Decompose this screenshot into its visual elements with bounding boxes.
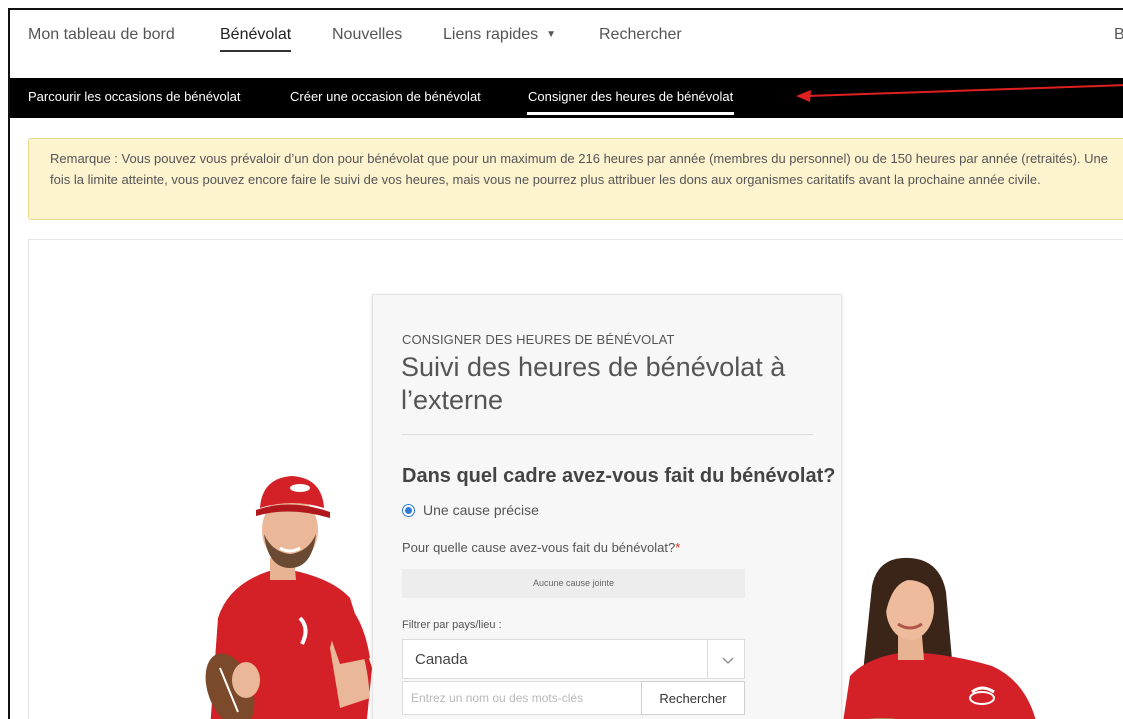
nav-news[interactable]: Nouvelles [332,26,402,44]
subnav-create-opportunity[interactable]: Créer une occasion de bénévolat [290,89,481,104]
subnav-log-hours[interactable]: Consigner des heures de bénévolat [526,89,735,115]
nav-dashboard[interactable]: Mon tableau de bord [28,26,175,44]
cause-label-text: Pour quelle cause avez-vous fait du béné… [402,540,676,555]
radio-specific-cause[interactable]: Une cause précise [402,502,539,518]
country-select[interactable]: Canada [402,639,745,679]
country-select-value: Canada [415,651,468,668]
nav-user[interactable]: B [1114,26,1123,44]
app-frame: Mon tableau de bord Bénévolat Nouvelles … [8,8,1123,719]
no-cause-placeholder: Aucune cause jointe [402,569,745,598]
chevron-down-icon [722,657,734,664]
nav-volunteering[interactable]: Bénévolat [220,26,292,52]
required-mark: * [675,540,681,555]
volunteer-woman-image [843,557,1036,719]
nav-quick-links[interactable]: Liens rapides ▼ [443,26,556,44]
search-button[interactable]: Rechercher [641,681,745,715]
notice-banner: Remarque : Vous pouvez vous prévaloir d’… [28,138,1123,220]
radio-label: Une cause précise [423,502,539,518]
radio-button-selected[interactable] [402,503,415,517]
filter-country-label: Filtrer par pays/lieu : [402,619,502,631]
cause-search-input[interactable] [402,681,642,715]
card-divider [402,434,813,435]
nav-search[interactable]: Rechercher [599,26,682,44]
caret-down-icon: ▼ [546,29,557,40]
arrow-left-icon [796,84,1123,102]
select-separator [707,640,708,678]
volunteer-context-question: Dans quel cadre avez-vous fait du bénévo… [402,465,836,487]
top-nav: Mon tableau de bord Bénévolat Nouvelles … [10,10,1123,76]
page-title: Suivi des heures de bénévolat à l’extern… [401,352,786,415]
nav-quick-links-label: Liens rapides [443,26,539,43]
subnav-browse-opportunities[interactable]: Parcourir les occasions de bénévolat [28,89,240,104]
log-hours-card: CONSIGNER DES HEURES DE BÉNÉVOLAT Suivi … [372,294,842,719]
card-eyebrow: CONSIGNER DES HEURES DE BÉNÉVOLAT [402,332,675,347]
cause-label: Pour quelle cause avez-vous fait du béné… [402,540,680,555]
volunteer-man-image [205,476,372,719]
